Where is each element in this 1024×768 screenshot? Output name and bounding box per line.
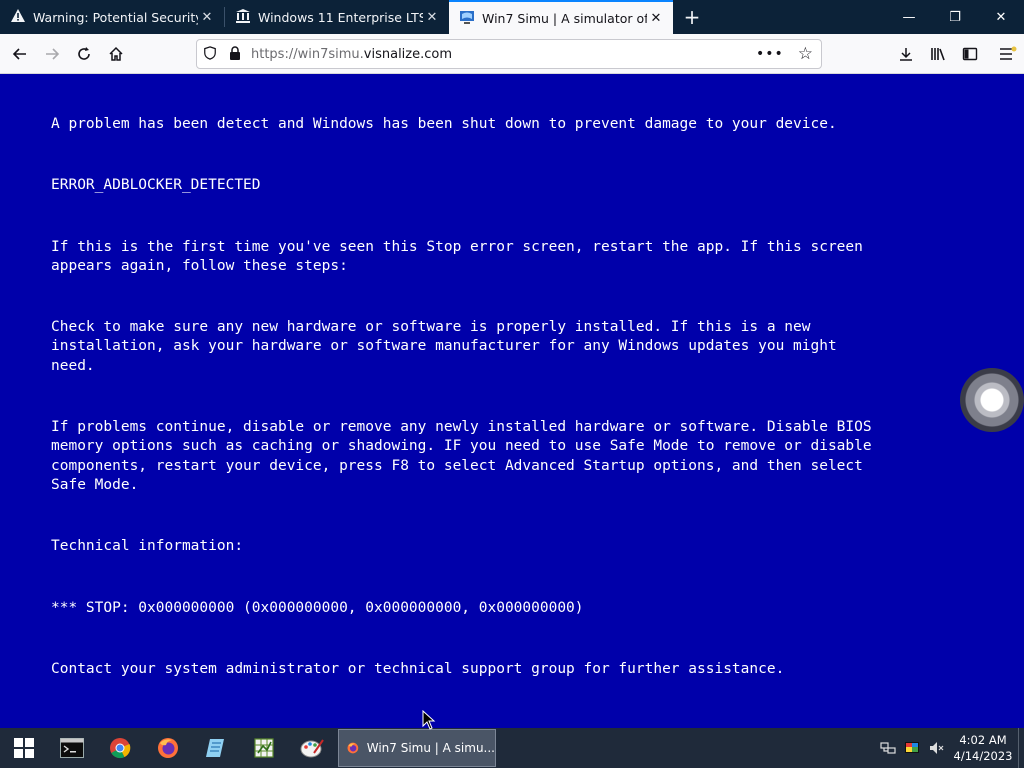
url-host: visnalize.com bbox=[363, 46, 453, 62]
tab-title: Windows 11 Enterprise LTSC : Microsoft bbox=[258, 9, 423, 25]
toolbar-right bbox=[890, 38, 1024, 70]
shield-icon[interactable] bbox=[203, 45, 217, 64]
browser-tab-strip: Warning: Potential Security Risk Ahead ✕… bbox=[0, 0, 1024, 34]
tab-windows-11[interactable]: Windows 11 Enterprise LTSC : Microsoft ✕ bbox=[225, 0, 449, 34]
screen: Warning: Potential Security Risk Ahead ✕… bbox=[0, 0, 1024, 768]
tab-win7-simu[interactable]: Win7 Simu | A simulator of Windows 7 ✕ bbox=[449, 0, 673, 34]
restore-button[interactable]: ❐ bbox=[932, 0, 978, 34]
forward-button[interactable] bbox=[36, 38, 68, 70]
back-button[interactable] bbox=[4, 38, 36, 70]
reload-button[interactable] bbox=[68, 38, 100, 70]
bookmark-star-icon[interactable]: ☆ bbox=[798, 44, 813, 64]
tab-security-warning[interactable]: Warning: Potential Security Risk Ahead ✕ bbox=[0, 0, 224, 34]
home-icon bbox=[109, 46, 123, 61]
close-window-button[interactable]: ✕ bbox=[978, 0, 1024, 34]
back-arrow-icon bbox=[12, 47, 26, 60]
clock-date: 4/14/2023 bbox=[953, 749, 1013, 763]
tab-close-icon[interactable]: ✕ bbox=[423, 8, 441, 26]
firefox-icon bbox=[347, 742, 359, 754]
taskbar-firefox[interactable] bbox=[144, 728, 192, 768]
sidebar-icon bbox=[962, 47, 978, 61]
show-desktop-button[interactable] bbox=[1018, 728, 1024, 768]
bsod-stop-code: *** STOP: 0x000000000 (0x000000000, 0x00… bbox=[51, 599, 584, 616]
tab-title: Win7 Simu | A simulator of Windows 7 bbox=[482, 10, 647, 26]
taskbar-notepad[interactable] bbox=[192, 728, 240, 768]
floating-circle-button[interactable] bbox=[960, 368, 1024, 432]
bsod-contact: Contact your system administrator or tec… bbox=[51, 660, 785, 677]
url-prefix: https://win7simu. bbox=[251, 46, 364, 62]
museum-icon bbox=[235, 8, 251, 27]
hamburger-menu-icon bbox=[1000, 46, 1017, 60]
bsod-first-time: If this is the first time you've seen th… bbox=[51, 238, 863, 274]
taskbar-active-firefox-window[interactable]: Win7 Simu | A simu... bbox=[338, 729, 496, 767]
download-icon bbox=[900, 48, 912, 61]
mouse-cursor-icon bbox=[422, 710, 436, 730]
sidebar-button[interactable] bbox=[954, 38, 986, 70]
taskbar-paint[interactable] bbox=[288, 728, 336, 768]
new-tab-button[interactable]: + bbox=[673, 0, 711, 34]
taskbar-terminal[interactable] bbox=[48, 728, 96, 768]
lock-icon[interactable] bbox=[229, 45, 241, 64]
page-actions-icon[interactable]: ••• bbox=[756, 46, 784, 62]
paint-icon bbox=[300, 739, 324, 758]
display-driver-icon[interactable] bbox=[900, 728, 924, 768]
bsod-text: A problem has been detect and Windows ha… bbox=[51, 115, 971, 721]
taskbar-window-label: Win7 Simu | A simu... bbox=[366, 741, 495, 755]
clock-time: 4:02 AM bbox=[959, 733, 1007, 747]
system-tray: 4:02 AM 4/14/2023 bbox=[876, 728, 1024, 768]
windows-start-icon bbox=[14, 738, 34, 758]
url-bar[interactable]: https://win7simu.visnalize.com ••• ☆ bbox=[196, 39, 822, 69]
warning-icon bbox=[10, 8, 26, 27]
bsod-page: A problem has been detect and Windows ha… bbox=[0, 75, 1024, 728]
menu-button[interactable] bbox=[992, 38, 1024, 70]
navigation-toolbar: https://win7simu.visnalize.com ••• ☆ bbox=[0, 34, 1024, 74]
taskbar: Win7 Simu | A simu... 4:02 AM 4/14/2023 bbox=[0, 728, 1024, 768]
terminal-icon bbox=[60, 738, 84, 758]
taskbar-chrome[interactable] bbox=[96, 728, 144, 768]
tab-title: Warning: Potential Security Risk Ahead bbox=[33, 9, 198, 25]
start-button[interactable] bbox=[0, 728, 48, 768]
minimize-button[interactable]: — bbox=[886, 0, 932, 34]
bsod-intro: A problem has been detect and Windows ha… bbox=[51, 116, 837, 132]
library-icon bbox=[931, 48, 945, 61]
tab-close-icon[interactable]: ✕ bbox=[198, 8, 216, 26]
network-icon[interactable] bbox=[876, 728, 900, 768]
volume-muted-icon[interactable] bbox=[924, 728, 948, 768]
taskbar-spreadsheet[interactable] bbox=[240, 728, 288, 768]
forward-arrow-icon bbox=[46, 47, 60, 60]
window-controls: — ❐ ✕ bbox=[886, 0, 1024, 34]
bsod-error-code: ERROR_ADBLOCKER_DETECTED bbox=[51, 177, 261, 194]
reload-icon bbox=[78, 46, 90, 60]
spreadsheet-icon bbox=[254, 738, 274, 758]
bsod-problems-continue: If problems continue, disable or remove … bbox=[51, 419, 872, 493]
url-text[interactable]: https://win7simu.visnalize.com bbox=[251, 47, 756, 62]
firefox-icon bbox=[158, 738, 178, 758]
taskbar-clock[interactable]: 4:02 AM 4/14/2023 bbox=[948, 732, 1018, 764]
bsod-check-hardware: Check to make sure any new hardware or s… bbox=[51, 319, 837, 374]
home-button[interactable] bbox=[100, 38, 132, 70]
downloads-button[interactable] bbox=[890, 38, 922, 70]
chrome-icon bbox=[110, 738, 131, 759]
library-button[interactable] bbox=[922, 38, 954, 70]
notepad-icon bbox=[206, 739, 224, 757]
win7-logo-icon bbox=[459, 9, 475, 28]
bsod-technical-heading: Technical information: bbox=[51, 538, 244, 555]
tab-close-icon[interactable]: ✕ bbox=[647, 9, 665, 27]
